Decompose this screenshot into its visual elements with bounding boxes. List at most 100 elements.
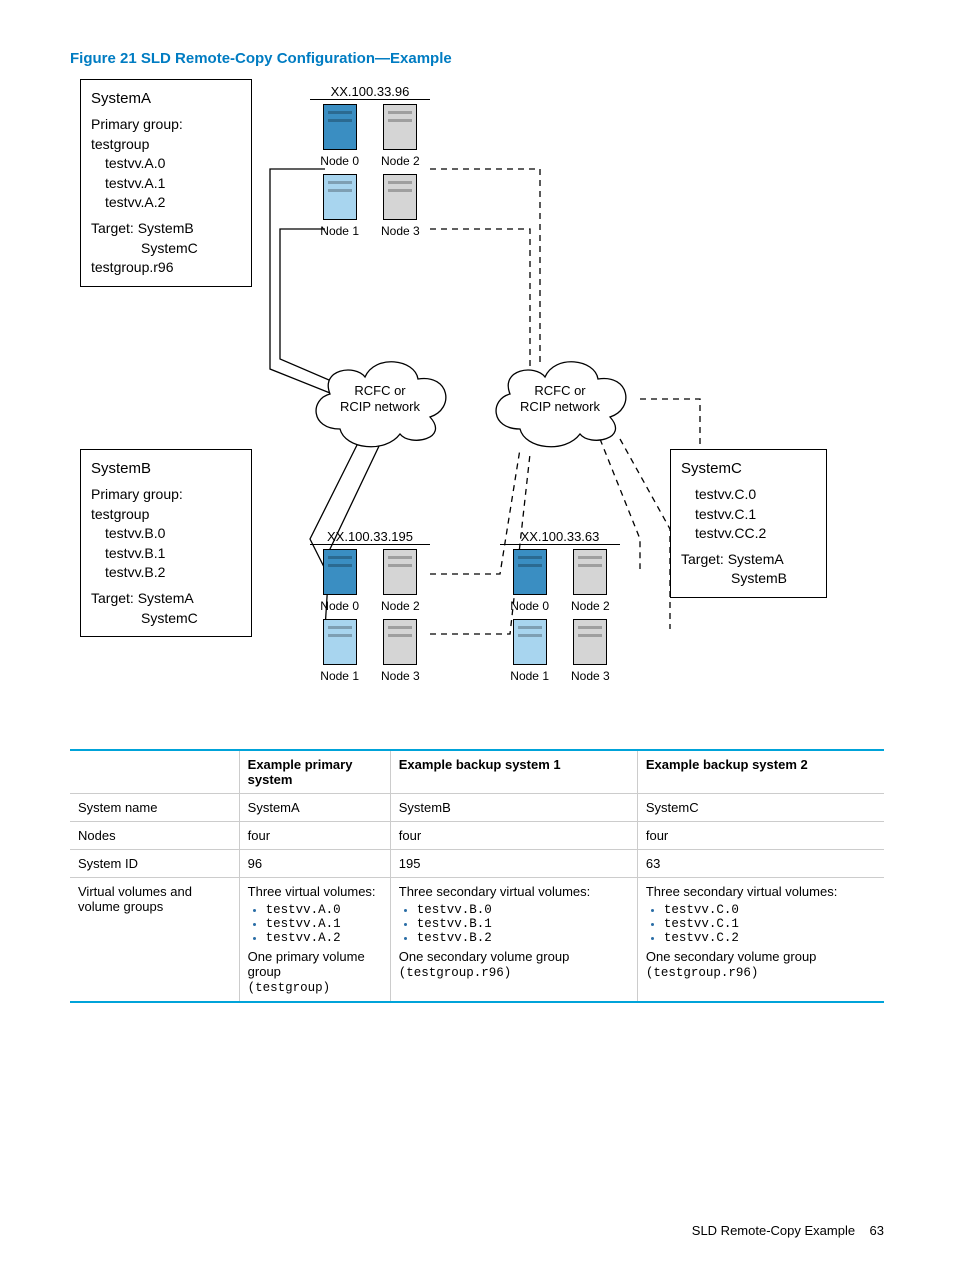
- server-icon: [383, 104, 417, 150]
- system-c-name: SystemC: [681, 458, 816, 479]
- vol-item: testvv.A.1: [266, 917, 382, 931]
- system-a-name: SystemA: [91, 88, 241, 109]
- cluster-system-a: XX.100.33.96 Node 0 Node 2 Node 1 Node 3: [310, 84, 430, 238]
- vol-item: testvv.B.0: [417, 903, 629, 917]
- server-icon: [323, 104, 357, 150]
- vol-outro2: (testgroup.r96): [646, 966, 759, 980]
- system-c-vol: testvv.CC.2: [681, 524, 816, 544]
- cell-vol-b2: Three secondary virtual volumes: testvv.…: [637, 878, 884, 1003]
- server-icon: [383, 174, 417, 220]
- vol-outro1: One secondary volume group: [646, 949, 817, 964]
- cluster-system-b: XX.100.33.195 Node 0 Node 2 Node 1 Node …: [310, 529, 430, 683]
- cloud-network-right: RCFC or RCIP network: [480, 349, 640, 449]
- node-label: Node 3: [381, 669, 420, 683]
- cloud-text-2: RCIP network: [520, 399, 600, 414]
- server-icon: [513, 549, 547, 595]
- cluster-b-ip: XX.100.33.195: [310, 529, 430, 545]
- row-label: System name: [70, 794, 239, 822]
- cluster-a-ip: XX.100.33.96: [310, 84, 430, 100]
- vol-item: testvv.A.2: [266, 931, 382, 945]
- vol-intro: Three virtual volumes:: [248, 884, 376, 899]
- system-b-vol: testvv.B.0: [91, 524, 241, 544]
- system-b-group-label: Primary group:: [91, 485, 241, 505]
- system-a-vol: testvv.A.0: [91, 154, 241, 174]
- system-c-box: SystemC testvv.C.0 testvv.C.1 testvv.CC.…: [670, 449, 827, 598]
- cell: four: [637, 822, 884, 850]
- system-b-box: SystemB Primary group: testgroup testvv.…: [80, 449, 252, 637]
- system-a-extra: testgroup.r96: [91, 258, 241, 278]
- vol-outro2: (testgroup.r96): [399, 966, 512, 980]
- node-label: Node 1: [320, 224, 359, 238]
- server-icon: [513, 619, 547, 665]
- cell: 63: [637, 850, 884, 878]
- th-blank: [70, 750, 239, 794]
- system-a-box: SystemA Primary group: testgroup testvv.…: [80, 79, 252, 287]
- system-b-vol: testvv.B.2: [91, 563, 241, 583]
- vol-outro1: One primary volume group: [248, 949, 365, 979]
- node-label: Node 2: [381, 154, 420, 168]
- row-label: Virtual volumes and volume groups: [70, 878, 239, 1003]
- server-icon: [573, 619, 607, 665]
- node-label: Node 0: [320, 599, 359, 613]
- cell: SystemC: [637, 794, 884, 822]
- cloud-text-2: RCIP network: [340, 399, 420, 414]
- system-a-target2: SystemC: [91, 239, 241, 259]
- system-c-vol: testvv.C.0: [681, 485, 816, 505]
- cluster-system-c: XX.100.33.63 Node 0 Node 2 Node 1 Node 3: [500, 529, 620, 683]
- server-icon: [323, 174, 357, 220]
- vol-item: testvv.B.2: [417, 931, 629, 945]
- system-a-vol: testvv.A.1: [91, 174, 241, 194]
- node-label: Node 2: [571, 599, 610, 613]
- system-c-target2: SystemB: [681, 569, 816, 589]
- th-backup1: Example backup system 1: [390, 750, 637, 794]
- system-c-vol: testvv.C.1: [681, 505, 816, 525]
- vol-item: testvv.C.1: [664, 917, 876, 931]
- cell-vol-b1: Three secondary virtual volumes: testvv.…: [390, 878, 637, 1003]
- system-b-target1: Target: SystemA: [91, 589, 241, 609]
- system-b-group-name: testgroup: [91, 505, 241, 525]
- vol-item: testvv.B.1: [417, 917, 629, 931]
- vol-item: testvv.C.2: [664, 931, 876, 945]
- footer-title: SLD Remote-Copy Example: [692, 1223, 855, 1238]
- vol-intro: Three secondary virtual volumes:: [646, 884, 837, 899]
- cloud-network-left: RCFC or RCIP network: [300, 349, 460, 449]
- system-a-vol: testvv.A.2: [91, 193, 241, 213]
- diagram-container: SystemA Primary group: testgroup testvv.…: [80, 79, 780, 719]
- vol-intro: Three secondary virtual volumes:: [399, 884, 590, 899]
- cell: four: [239, 822, 390, 850]
- th-backup2: Example backup system 2: [637, 750, 884, 794]
- th-primary: Example primary system: [239, 750, 390, 794]
- cloud-text-1: RCFC or: [534, 383, 585, 398]
- server-icon: [323, 549, 357, 595]
- server-icon: [383, 549, 417, 595]
- system-a-target1: Target: SystemB: [91, 219, 241, 239]
- page-footer: SLD Remote-Copy Example 63: [70, 1223, 884, 1238]
- row-label: Nodes: [70, 822, 239, 850]
- node-label: Node 1: [320, 669, 359, 683]
- cell-vol-primary: Three virtual volumes: testvv.A.0 testvv…: [239, 878, 390, 1003]
- server-icon: [323, 619, 357, 665]
- figure-title: Figure 21 SLD Remote-Copy Configuration—…: [70, 50, 884, 67]
- system-a-group-name: testgroup: [91, 135, 241, 155]
- cell: four: [390, 822, 637, 850]
- server-icon: [383, 619, 417, 665]
- node-label: Node 3: [381, 224, 420, 238]
- footer-page: 63: [870, 1223, 884, 1238]
- node-label: Node 2: [381, 599, 420, 613]
- vol-item: testvv.C.0: [664, 903, 876, 917]
- spec-table: Example primary system Example backup sy…: [70, 749, 884, 1003]
- cell: SystemA: [239, 794, 390, 822]
- server-icon: [573, 549, 607, 595]
- node-label: Node 1: [510, 669, 549, 683]
- node-label: Node 3: [571, 669, 610, 683]
- cell: 96: [239, 850, 390, 878]
- system-c-target1: Target: SystemA: [681, 550, 816, 570]
- cluster-c-ip: XX.100.33.63: [500, 529, 620, 545]
- cell: SystemB: [390, 794, 637, 822]
- node-label: Node 0: [320, 154, 359, 168]
- system-b-vol: testvv.B.1: [91, 544, 241, 564]
- vol-outro1: One secondary volume group: [399, 949, 570, 964]
- system-b-name: SystemB: [91, 458, 241, 479]
- cloud-text-1: RCFC or: [354, 383, 405, 398]
- vol-outro2: (testgroup): [248, 981, 331, 995]
